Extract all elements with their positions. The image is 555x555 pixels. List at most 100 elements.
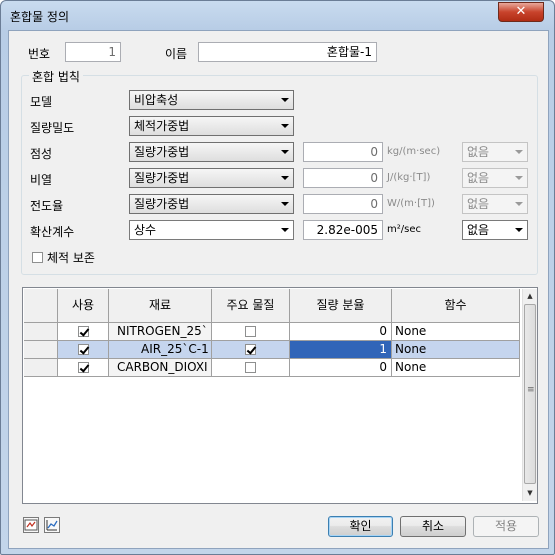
scroll-down-icon[interactable]: ▼ xyxy=(523,486,537,500)
table-row-function[interactable]: None xyxy=(392,323,520,341)
grid-header-mass-fraction[interactable]: 질량 분율 xyxy=(290,289,392,323)
table-row-primary-cell[interactable] xyxy=(212,359,290,377)
chart-icon xyxy=(46,520,58,531)
row-header[interactable] xyxy=(24,359,58,377)
scroll-grip-icon: ≡ xyxy=(527,385,535,395)
diffusivity-combo-value: 상수 xyxy=(134,223,157,237)
model-combo[interactable]: 비압축성 xyxy=(129,90,294,110)
grid-header-primary[interactable]: 주요 물질 xyxy=(212,289,290,323)
number-field: 1 xyxy=(65,42,121,62)
table-row-use-cell[interactable] xyxy=(58,341,109,359)
chevron-down-icon xyxy=(281,124,289,128)
chevron-down-icon xyxy=(515,228,523,232)
model-combo-value: 비압축성 xyxy=(134,93,179,107)
volume-conservation-label: 체적 보존 xyxy=(47,251,95,265)
density-label: 질량밀도 xyxy=(30,121,75,135)
apply-button[interactable]: 적용 xyxy=(473,516,539,537)
diffusivity-value[interactable]: 2.82e-005 xyxy=(303,220,383,240)
conductivity-unit: W/(m·[T]) xyxy=(387,198,435,209)
number-label: 번호 xyxy=(28,47,51,61)
name-field[interactable]: 혼합물-1 xyxy=(198,42,377,62)
material-library-icon xyxy=(24,519,38,531)
chevron-down-icon xyxy=(281,150,289,154)
diffusivity-unit: m²/sec xyxy=(387,224,421,235)
volume-conservation-checkbox[interactable] xyxy=(32,252,43,263)
viscosity-option-value: 없음 xyxy=(467,145,490,159)
viscosity-option-combo: 없음 xyxy=(462,142,528,162)
model-label: 모델 xyxy=(30,95,53,109)
row-header[interactable] xyxy=(24,341,58,359)
specific-heat-unit: J/(kg·[T]) xyxy=(387,172,431,183)
specific-heat-option-value: 없음 xyxy=(467,171,490,185)
table-row-material: CARBON_DIOXI xyxy=(109,359,212,377)
viscosity-value: 0 xyxy=(303,142,383,162)
use-checkbox[interactable] xyxy=(78,344,89,355)
conductivity-label: 전도율 xyxy=(30,199,64,213)
table-row-primary-cell[interactable] xyxy=(212,323,290,341)
window-title: 혼합물 정의 xyxy=(10,10,70,24)
viscosity-label: 점성 xyxy=(30,147,53,161)
table-row-use-cell[interactable] xyxy=(58,359,109,377)
close-icon: ✕ xyxy=(515,4,527,19)
viscosity-unit: kg/(m·sec) xyxy=(387,146,441,157)
dialog-window: 혼합물 정의 ✕ 번호 1 이름 혼합물-1 혼합 법칙 모델 비압축성 질량밀… xyxy=(0,0,555,555)
specific-heat-combo-value: 질량가중법 xyxy=(134,171,190,185)
chevron-down-icon xyxy=(281,202,289,206)
chevron-down-icon xyxy=(281,98,289,102)
chevron-down-icon xyxy=(515,202,523,206)
chevron-down-icon xyxy=(515,176,523,180)
specific-heat-option-combo: 없음 xyxy=(462,168,528,188)
table-row-fraction[interactable]: 1 xyxy=(290,341,392,359)
density-combo[interactable]: 체적가중법 xyxy=(129,116,294,136)
ok-button[interactable]: 확인 xyxy=(328,516,393,537)
specific-heat-combo[interactable]: 질량가중법 xyxy=(129,168,294,188)
cancel-button[interactable]: 취소 xyxy=(400,516,466,537)
close-button[interactable]: ✕ xyxy=(498,2,544,22)
scroll-up-icon[interactable]: ▲ xyxy=(523,289,537,303)
conductivity-value: 0 xyxy=(303,194,383,214)
diffusivity-option-combo[interactable]: 없음 xyxy=(462,220,528,240)
grid-header-material[interactable]: 재료 xyxy=(109,289,212,323)
primary-checkbox[interactable] xyxy=(245,344,256,355)
table-row-fraction[interactable]: 0 xyxy=(290,323,392,341)
conductivity-combo[interactable]: 질량가중법 xyxy=(129,194,294,214)
use-checkbox[interactable] xyxy=(78,326,89,337)
table-row-material: NITROGEN_25` xyxy=(109,323,212,341)
conductivity-combo-value: 질량가중법 xyxy=(134,197,190,211)
grid-header-use[interactable]: 사용 xyxy=(58,289,109,323)
specific-heat-value: 0 xyxy=(303,168,383,188)
table-row-function[interactable]: None xyxy=(392,359,520,377)
table-row-primary-cell[interactable] xyxy=(212,341,290,359)
mix-rules-group-label: 혼합 법칙 xyxy=(29,68,83,85)
title-bar: 혼합물 정의 ✕ xyxy=(1,1,554,31)
viscosity-combo[interactable]: 질량가중법 xyxy=(129,142,294,162)
chevron-down-icon xyxy=(281,228,289,232)
row-header[interactable] xyxy=(24,323,58,341)
chart-button[interactable] xyxy=(44,517,60,533)
conductivity-option-combo: 없음 xyxy=(462,194,528,214)
viscosity-combo-value: 질량가중법 xyxy=(134,145,190,159)
table-row-fraction[interactable]: 0 xyxy=(290,359,392,377)
density-combo-value: 체적가중법 xyxy=(134,119,190,133)
conductivity-option-value: 없음 xyxy=(467,197,490,211)
grid-scrollbar[interactable]: ▲ ≡ ▼ xyxy=(522,289,537,501)
table-row-material: AIR_25`C-1 xyxy=(109,341,212,359)
chevron-down-icon xyxy=(281,176,289,180)
diffusivity-option-value: 없음 xyxy=(467,223,490,237)
diffusivity-combo[interactable]: 상수 xyxy=(129,220,294,240)
grid-header-function[interactable]: 함수 xyxy=(392,289,520,323)
dialog-body: 번호 1 이름 혼합물-1 혼합 법칙 모델 비압축성 질량밀도 체적가중법 점… xyxy=(8,30,549,549)
specific-heat-label: 비열 xyxy=(30,173,53,187)
table-row-function[interactable]: None xyxy=(392,341,520,359)
chevron-down-icon xyxy=(515,150,523,154)
materials-grid: 사용 재료 주요 물질 질량 분율 함수 NITROGEN_25` 0 None… xyxy=(22,287,538,504)
name-label: 이름 xyxy=(165,47,188,61)
material-library-button[interactable] xyxy=(23,517,39,533)
grid-corner-header xyxy=(24,289,58,323)
diffusivity-label: 확산계수 xyxy=(30,225,75,239)
primary-checkbox[interactable] xyxy=(245,362,256,373)
use-checkbox[interactable] xyxy=(78,362,89,373)
scroll-thumb[interactable]: ≡ xyxy=(524,304,536,484)
table-row-use-cell[interactable] xyxy=(58,323,109,341)
primary-checkbox[interactable] xyxy=(245,326,256,337)
